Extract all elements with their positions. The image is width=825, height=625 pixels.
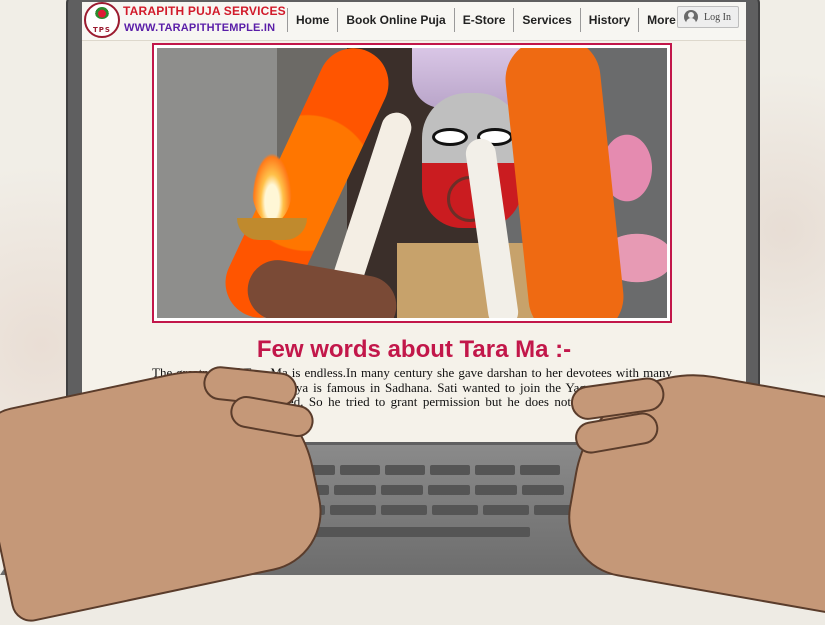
spacebar-key — [300, 527, 530, 537]
login-button[interactable]: Log In — [677, 6, 739, 28]
hero-image-frame — [152, 43, 672, 323]
section-title: Few words about Tara Ma :- — [256, 336, 572, 363]
key — [334, 485, 376, 495]
key — [522, 485, 564, 495]
brand-url[interactable]: WWW.TARAPITHTEMPLE.IN — [124, 22, 275, 34]
logo-initials: TPS — [93, 26, 111, 34]
key — [340, 465, 380, 475]
key — [381, 505, 427, 515]
deity-eye — [432, 128, 468, 146]
priest-hand — [242, 255, 402, 318]
key — [385, 465, 425, 475]
key — [428, 485, 470, 495]
aarti-lamp — [237, 218, 307, 240]
brand-name[interactable]: TARAPITH PUJA SERVICES — [123, 4, 286, 18]
hibiscus-icon — [95, 7, 109, 19]
user-avatar-icon — [684, 10, 698, 24]
key — [432, 505, 478, 515]
main-nav: Home Book Online Puja E-Store Services H… — [287, 8, 684, 32]
site-logo[interactable]: TPS — [84, 2, 120, 38]
tara-ma-deity-photo — [157, 48, 667, 318]
nav-item-history[interactable]: History — [579, 8, 638, 32]
login-label: Log In — [704, 11, 731, 23]
right-hand-illustration — [558, 355, 825, 619]
aarti-flame — [252, 153, 292, 223]
key — [381, 485, 423, 495]
key — [475, 485, 517, 495]
nav-item-e-store[interactable]: E-Store — [453, 8, 514, 32]
site-header: TPS TARAPITH PUJA SERVICES WWW.TARAPITHT… — [82, 2, 746, 41]
key — [430, 465, 470, 475]
key — [520, 465, 560, 475]
nav-item-home[interactable]: Home — [287, 8, 337, 32]
nav-item-services[interactable]: Services — [513, 8, 579, 32]
key — [483, 505, 529, 515]
key — [330, 505, 376, 515]
key — [475, 465, 515, 475]
nav-item-book-online-puja[interactable]: Book Online Puja — [337, 8, 453, 32]
